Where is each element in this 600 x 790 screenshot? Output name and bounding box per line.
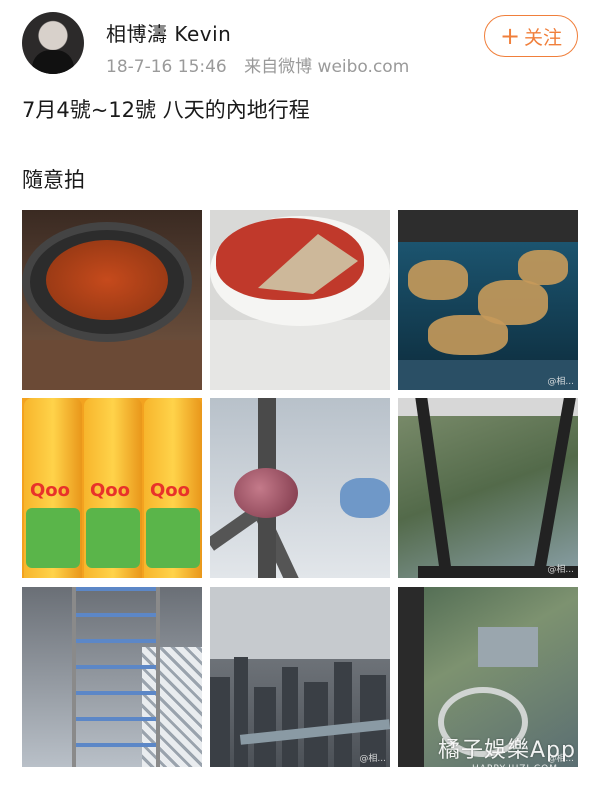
- follow-label: 关注: [524, 26, 563, 49]
- spiral-elevator-photo[interactable]: [22, 587, 202, 767]
- post-meta: 18-7-16 15:46 来自微博 weibo.com: [106, 52, 421, 77]
- avatar[interactable]: [22, 12, 84, 74]
- photo-watermark: @相...: [547, 377, 574, 387]
- crabs-in-tank-photo[interactable]: @相...: [398, 210, 578, 390]
- username[interactable]: 相博濤 Kevin: [106, 18, 231, 47]
- qoo-bottles-photo[interactable]: Qoo Qoo Qoo: [22, 398, 202, 578]
- weibo-post: 相博濤 Kevin 18-7-16 15:46 来自微博 weibo.com +…: [0, 0, 600, 790]
- post-timestamp: 18-7-16 15:46: [106, 57, 227, 77]
- site-watermark: 橘子娛樂App: [438, 738, 576, 763]
- site-watermark-url: HAPPY.JUZI.COM: [472, 764, 559, 774]
- red-dome-dish-photo[interactable]: [210, 210, 390, 390]
- post-text: 7月4號~12號 八天的內地行程: [22, 98, 310, 122]
- plus-icon: +: [499, 22, 521, 50]
- qoo-label: Qoo: [90, 480, 131, 501]
- glass-floor-view-photo[interactable]: @相...: [398, 398, 578, 578]
- follow-button[interactable]: + 关注: [484, 15, 578, 57]
- crab-pan-photo[interactable]: [22, 210, 202, 390]
- post-subtext: 隨意拍: [22, 168, 85, 192]
- post-source: 来自微博 weibo.com: [244, 57, 410, 77]
- qoo-label: Qoo: [30, 480, 71, 501]
- photo-watermark: @相...: [359, 754, 386, 764]
- cityscape-photo[interactable]: @相...: [210, 587, 390, 767]
- photo-watermark: @相...: [547, 565, 574, 575]
- tv-tower-photo[interactable]: [210, 398, 390, 578]
- qoo-label: Qoo: [150, 480, 191, 501]
